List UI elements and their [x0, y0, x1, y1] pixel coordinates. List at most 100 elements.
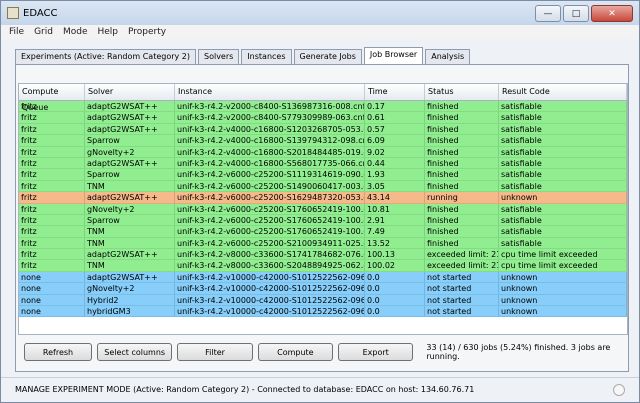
table-row[interactable]: fritz adaptG2WSAT++ unif-k3-r4.2-v2000-c84…: [19, 101, 627, 113]
activity-icon: [613, 384, 625, 396]
tab-generate-jobs[interactable]: Generate Jobs: [293, 49, 362, 65]
table-row[interactable]: fritz adaptG2WSAT++ unif-k3-r4.2-v2000-c84…: [19, 112, 627, 124]
cell-queue: fritz: [19, 123, 85, 135]
cell-status: finished: [425, 112, 499, 123]
cell-result-code: cpu time limit exceeded: [499, 260, 627, 271]
cell-time: 2.91: [365, 214, 425, 226]
cell-time: 10.81: [365, 203, 425, 214]
cell-time: 0.0: [365, 283, 425, 294]
cell-instance: unif-k3-r4.2-v6000-c25200-S2100934911-02…: [177, 237, 365, 249]
maximize-icon[interactable]: □: [563, 5, 589, 22]
select-columns-button[interactable]: Select columns: [97, 343, 173, 361]
cell-solver: TNM: [85, 260, 175, 271]
table-row[interactable]: fritz TNM unif-k3-r4.2-v8000-c33600-S20488…: [19, 260, 627, 272]
table-row[interactable]: none Hybrid2 unif-k3-r4.2-v10000-c42000-S1…: [19, 294, 627, 307]
cell-queue: fritz: [19, 157, 85, 169]
close-icon[interactable]: ✕: [591, 5, 633, 22]
cell-instance: unif-k3-r4.2-v10000-c42000-S1012522562-0…: [177, 271, 365, 283]
table-row[interactable]: fritz adaptG2WSAT++ unif-k3-r4.2-v8000-c33…: [19, 249, 627, 261]
cell-result-code: satisfiable: [499, 112, 627, 123]
table-row[interactable]: fritz Sparrow unif-k3-r4.2-v6000-c25200-S1…: [19, 214, 627, 227]
cell-solver: Sparrow: [85, 135, 175, 146]
cell-status: finished: [425, 203, 499, 214]
app-icon: [7, 7, 19, 19]
cell-instance: unif-k3-r4.2-v4000-c16800-S2018484485-01…: [177, 146, 365, 157]
table-row[interactable]: fritz adaptG2WSAT++ unif-k3-r4.2-v4000-c16…: [19, 123, 627, 136]
column-header-time[interactable]: Time: [365, 84, 425, 100]
title-bar: EDACC — □ ✕: [1, 1, 639, 25]
table-row[interactable]: fritz Sparrow unif-k3-r4.2-v4000-c16800-S1…: [19, 135, 627, 147]
menu-file[interactable]: File: [9, 27, 24, 37]
table-row[interactable]: fritz gNovelty+2 unif-k3-r4.2-v4000-c16800…: [19, 146, 627, 158]
table-row[interactable]: fritz TNM unif-k3-r4.2-v6000-c25200-S17606…: [19, 226, 627, 238]
table-row[interactable]: none gNovelty+2 unif-k3-r4.2-v10000-c42000…: [19, 283, 627, 295]
cell-status: finished: [425, 237, 499, 249]
table-row[interactable]: fritz TNM unif-k3-r4.2-v6000-c25200-S14900…: [19, 180, 627, 193]
tab-solvers[interactable]: Solvers: [198, 49, 240, 65]
cell-result-code: satisfiable: [499, 180, 627, 192]
cell-status: finished: [425, 169, 499, 180]
column-header-solver[interactable]: Solver: [85, 84, 175, 100]
column-header-status[interactable]: Status: [425, 84, 499, 100]
cell-solver: TNM: [85, 180, 175, 192]
cell-solver: gNovelty+2: [85, 283, 175, 294]
cell-solver: adaptG2WSAT++: [85, 271, 175, 283]
cell-status: exceeded limit: 21: [427, 249, 499, 260]
cell-queue: fritz: [19, 249, 85, 260]
column-header-result-code[interactable]: Result Code: [499, 84, 627, 100]
column-header-compute-queue[interactable]: Compute Queue: [19, 84, 85, 112]
compute-button[interactable]: Compute: [257, 343, 334, 361]
cell-time: 7.49: [365, 226, 425, 237]
cell-queue: none: [19, 294, 85, 306]
menu-mode[interactable]: Mode: [63, 27, 88, 37]
table-row[interactable]: fritz adaptG2WSAT++ unif-k3-r4.2-v6000-c25…: [19, 192, 627, 204]
cell-result-code: satisfiable: [499, 226, 627, 237]
export-button[interactable]: Export: [338, 343, 414, 361]
tab-experiments[interactable]: Experiments (Active: Random Category 2): [15, 49, 196, 65]
tab-instances[interactable]: Instances: [241, 49, 292, 65]
cell-status: finished: [425, 226, 499, 237]
table-row[interactable]: none hybridGM3 unif-k3-r4.2-v10000-c42000-…: [19, 306, 627, 318]
cell-instance: unif-k3-r4.2-v4000-c16800-S139794312-098…: [177, 135, 365, 146]
cell-time: 0.17: [365, 101, 425, 112]
cell-status: not started: [425, 294, 499, 306]
job-progress-text: 33 (14) / 630 jobs (5.24%) finished. 3 j…: [426, 343, 611, 361]
cell-solver: TNM: [85, 226, 175, 237]
minimize-icon[interactable]: —: [535, 5, 561, 22]
cell-solver: adaptG2WSAT++: [85, 192, 175, 203]
cell-instance: unif-k3-r4.2-v10000-c42000-S1012522562-0…: [177, 283, 365, 294]
status-text: MANAGE EXPERIMENT MODE (Active: Random C…: [15, 385, 475, 394]
refresh-button[interactable]: Refresh: [24, 343, 92, 361]
tab-analysis[interactable]: Analysis: [425, 49, 471, 65]
cell-status: finished: [425, 123, 499, 135]
cell-solver: adaptG2WSAT++: [85, 249, 175, 260]
cell-solver: adaptG2WSAT++: [85, 157, 175, 169]
table-row[interactable]: fritz adaptG2WSAT++ unif-k3-r4.2-v4000-c16…: [19, 157, 627, 170]
cell-instance: unif-k3-r4.2-v8000-c33600-S2048894925-06…: [177, 260, 365, 271]
table-row[interactable]: none adaptG2WSAT++ unif-k3-r4.2-v10000-c42…: [19, 271, 627, 284]
cell-result-code: satisfiable: [499, 169, 627, 180]
window-title: EDACC: [23, 7, 58, 19]
menu-grid[interactable]: Grid: [34, 27, 53, 37]
filter-button[interactable]: Filter: [177, 343, 253, 361]
cell-instance: unif-k3-r4.2-v6000-c25200-S1119314619-09…: [177, 169, 365, 180]
table-row[interactable]: fritz gNovelty+2 unif-k3-r4.2-v6000-c25200…: [19, 203, 627, 215]
menu-property[interactable]: Property: [128, 27, 166, 37]
cell-instance: unif-k3-r4.2-v6000-c25200-S1760652419-10…: [177, 226, 365, 237]
cell-instance: unif-k3-r4.2-v6000-c25200-S1760652419-10…: [177, 203, 365, 214]
cell-status: finished: [425, 214, 499, 226]
cell-result-code: unknown: [499, 271, 627, 283]
tab-job-browser[interactable]: Job Browser: [363, 47, 424, 65]
cell-time: 6.09: [365, 135, 425, 146]
cell-queue: fritz: [19, 180, 85, 192]
cell-status: not started: [425, 306, 499, 317]
cell-solver: gNovelty+2: [85, 146, 175, 157]
table-row[interactable]: fritz Sparrow unif-k3-r4.2-v6000-c25200-S1…: [19, 169, 627, 181]
cell-queue: none: [19, 283, 85, 294]
cell-queue: fritz: [19, 203, 85, 214]
cell-result-code: satisfiable: [499, 135, 627, 146]
column-header-instance[interactable]: Instance: [175, 84, 365, 100]
table-row[interactable]: fritz TNM unif-k3-r4.2-v6000-c25200-S21009…: [19, 237, 627, 250]
table-body: fritz adaptG2WSAT++ unif-k3-r4.2-v2000-c84…: [19, 101, 627, 318]
menu-help[interactable]: Help: [97, 27, 118, 37]
